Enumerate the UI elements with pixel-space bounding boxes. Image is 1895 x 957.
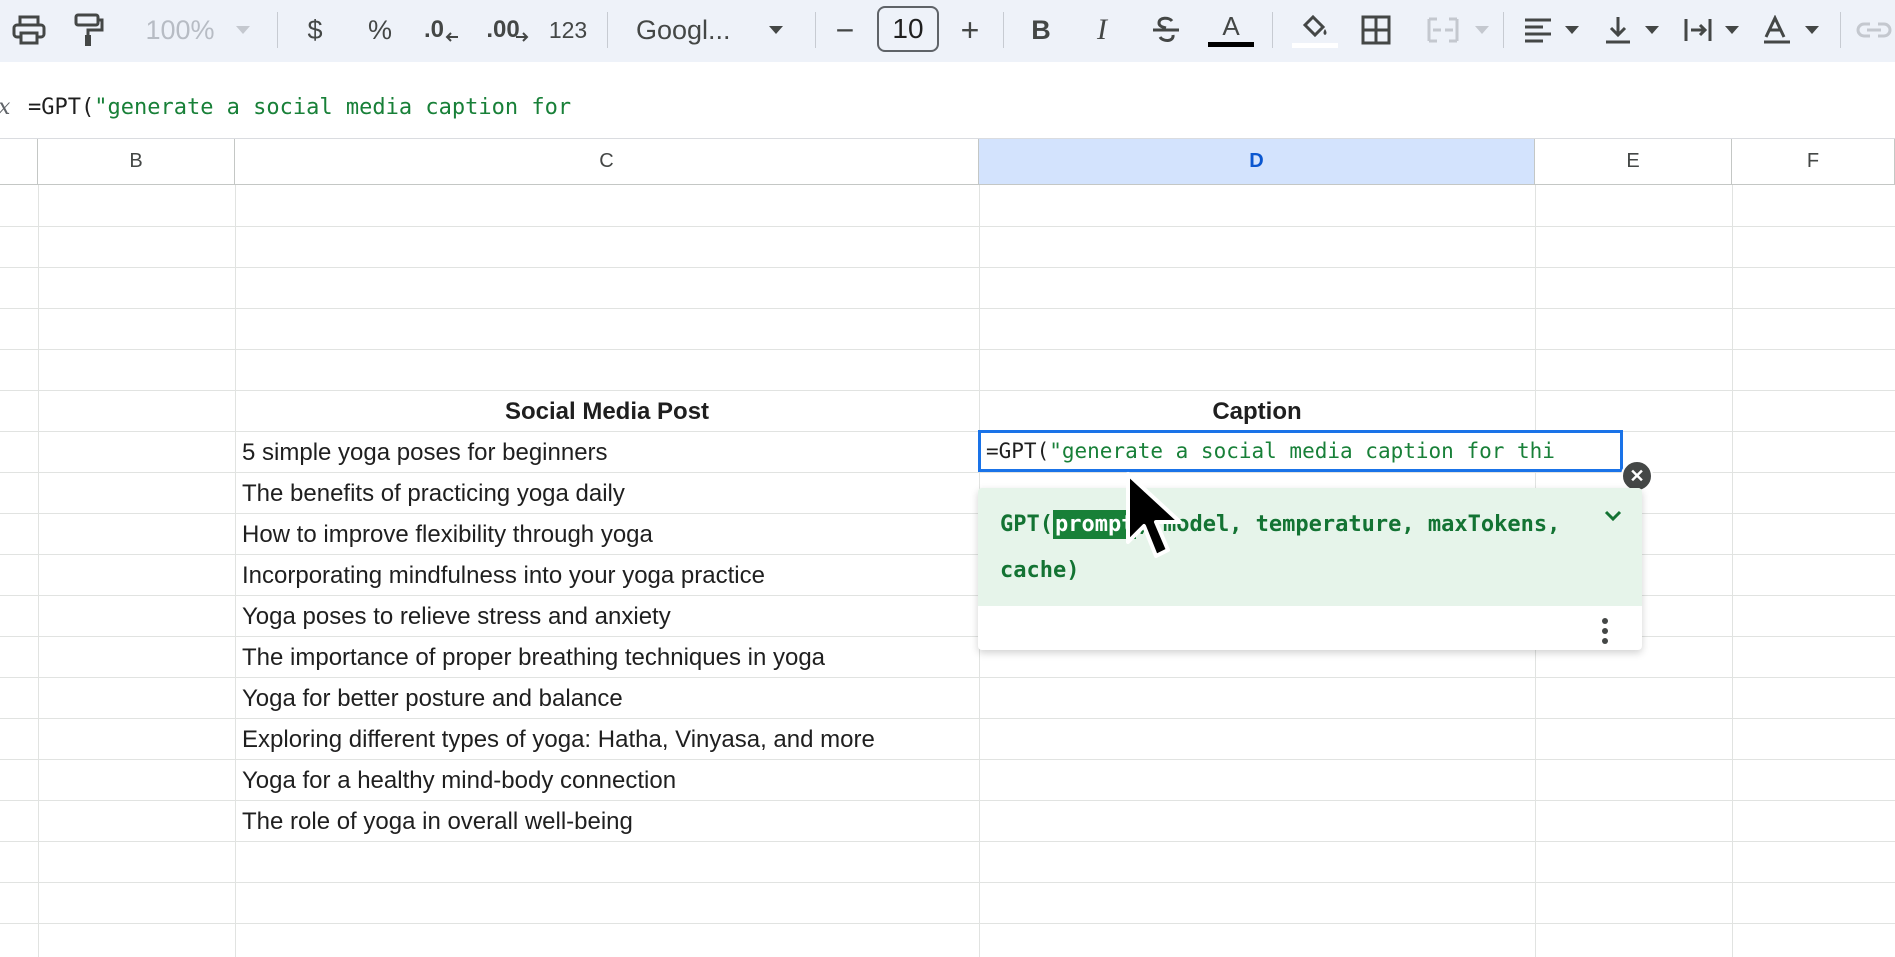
fill-color-button[interactable]	[1290, 8, 1340, 52]
post-cell[interactable]: Yoga for a healthy mind-body connection	[242, 760, 676, 801]
font-dropdown-icon[interactable]	[766, 8, 786, 52]
zoom-value: 100%	[145, 14, 215, 45]
decrease-decimal-button[interactable]: .0	[420, 8, 464, 52]
decrease-decimal-label: .0	[423, 16, 444, 43]
number-format-label: 123	[548, 16, 588, 43]
column-header-f[interactable]: F	[1732, 139, 1895, 185]
currency-format-button[interactable]: $	[300, 8, 330, 52]
text-rotation-icon	[1764, 15, 1790, 44]
text-color-swatch	[1208, 42, 1254, 47]
font-family-value: Googl...	[636, 14, 731, 45]
formula-help-popup: GPT(prompt, model, temperature, maxToken…	[978, 488, 1642, 650]
merge-cells-button[interactable]	[1424, 8, 1462, 52]
valign-dropdown-icon[interactable]	[1642, 8, 1662, 52]
post-cell[interactable]: Incorporating mindfulness into your yoga…	[242, 555, 765, 596]
borders-icon	[1361, 15, 1391, 45]
post-cell[interactable]: The role of yoga in overall well-being	[242, 801, 633, 842]
formula-function: =GPT(	[28, 95, 95, 120]
increase-decimal-button[interactable]: .00	[483, 8, 533, 52]
formula-input[interactable]: =GPT("generate a social media caption fo…	[28, 95, 571, 120]
signature-line-1: GPT(prompt, model, temperature, maxToken…	[1000, 510, 1561, 539]
bold-icon: B	[1031, 14, 1051, 45]
column-header-b[interactable]: B	[38, 139, 235, 185]
signature-line-2: cache)	[1000, 558, 1080, 583]
wrap-dropdown-icon[interactable]	[1722, 8, 1742, 52]
percent-format-button[interactable]: %	[363, 8, 397, 52]
zoom-dropdown-icon[interactable]	[233, 8, 253, 52]
text-wrap-button[interactable]	[1680, 8, 1716, 52]
strikethrough-icon	[1153, 16, 1179, 42]
post-cell[interactable]: Exploring different types of yoga: Hatha…	[242, 719, 875, 760]
column-header-c[interactable]: C	[235, 139, 979, 185]
header-cell-caption[interactable]: Caption	[979, 391, 1535, 432]
editor-string: "generate a social media caption for thi	[1049, 439, 1555, 463]
minus-icon: −	[835, 11, 855, 48]
editor-function: =GPT(	[986, 439, 1050, 463]
horizontal-align-button[interactable]	[1520, 8, 1556, 52]
number-format-button[interactable]: 123	[547, 8, 589, 52]
signature-function-name: GPT(	[1000, 512, 1053, 537]
fill-color-swatch	[1292, 42, 1338, 48]
merge-cells-icon	[1427, 17, 1459, 43]
font-size-decrease-button[interactable]: −	[830, 8, 860, 52]
insert-link-button[interactable]	[1856, 8, 1892, 52]
text-color-button[interactable]: A	[1206, 8, 1256, 52]
print-icon[interactable]	[8, 8, 50, 52]
post-cell[interactable]: How to improve flexibility through yoga	[242, 514, 653, 555]
text-color-icon: A	[1222, 11, 1240, 41]
bold-button[interactable]: B	[1026, 8, 1056, 52]
plus-icon: +	[960, 11, 980, 48]
paint-format-icon[interactable]	[68, 8, 110, 52]
fx-icon: x	[0, 95, 10, 120]
paint-bucket-icon	[1302, 14, 1327, 37]
zoom-select[interactable]: 100%	[135, 8, 225, 52]
column-header-a[interactable]	[0, 139, 38, 185]
formula-string: "generate a social media caption for	[94, 95, 572, 120]
more-vert-icon[interactable]	[1600, 616, 1610, 651]
link-icon	[1856, 22, 1892, 38]
header-cell-social-media-post[interactable]: Social Media Post	[235, 391, 979, 432]
column-header-d[interactable]: D	[979, 139, 1535, 185]
post-cell[interactable]: 5 simple yoga poses for beginners	[242, 432, 608, 473]
active-cell-editor[interactable]: =GPT("generate a social media caption fo…	[978, 430, 1623, 472]
rotation-dropdown-icon[interactable]	[1802, 8, 1822, 52]
italic-icon: I	[1097, 13, 1107, 46]
font-family-select[interactable]: Googl...	[636, 8, 752, 52]
currency-label: $	[307, 14, 323, 45]
post-cell[interactable]: The importance of proper breathing techn…	[242, 637, 825, 678]
chevron-down-icon[interactable]	[1602, 508, 1624, 529]
align-left-icon	[1525, 18, 1551, 43]
mouse-pointer-icon	[1124, 470, 1188, 571]
text-wrap-icon	[1684, 19, 1712, 41]
italic-button[interactable]: I	[1087, 8, 1117, 52]
align-dropdown-icon[interactable]	[1562, 8, 1582, 52]
post-cell[interactable]: Yoga poses to relieve stress and anxiety	[242, 596, 671, 637]
column-header-e[interactable]: E	[1535, 139, 1732, 185]
merge-dropdown-icon[interactable]	[1472, 8, 1492, 52]
borders-button[interactable]	[1358, 8, 1394, 52]
text-rotation-button[interactable]	[1760, 8, 1796, 52]
signature-other-args: , model, temperature, maxTokens,	[1136, 512, 1561, 537]
post-cell[interactable]: Yoga for better posture and balance	[242, 678, 623, 719]
font-size-increase-button[interactable]: +	[955, 8, 985, 52]
font-size-input[interactable]: 10	[877, 6, 939, 52]
percent-label: %	[367, 14, 392, 45]
toolbar: 100% $ % .0 .00 123 Googl... − 10 + B I …	[0, 0, 1895, 63]
arrow-right-icon	[515, 32, 529, 42]
arrow-left-icon	[445, 32, 458, 42]
post-cell[interactable]: The benefits of practicing yoga daily	[242, 473, 625, 514]
align-bottom-icon	[1606, 17, 1630, 44]
strikethrough-button[interactable]	[1148, 8, 1184, 52]
function-signature: GPT(prompt, model, temperature, maxToken…	[978, 488, 1642, 606]
vertical-align-button[interactable]	[1600, 8, 1636, 52]
